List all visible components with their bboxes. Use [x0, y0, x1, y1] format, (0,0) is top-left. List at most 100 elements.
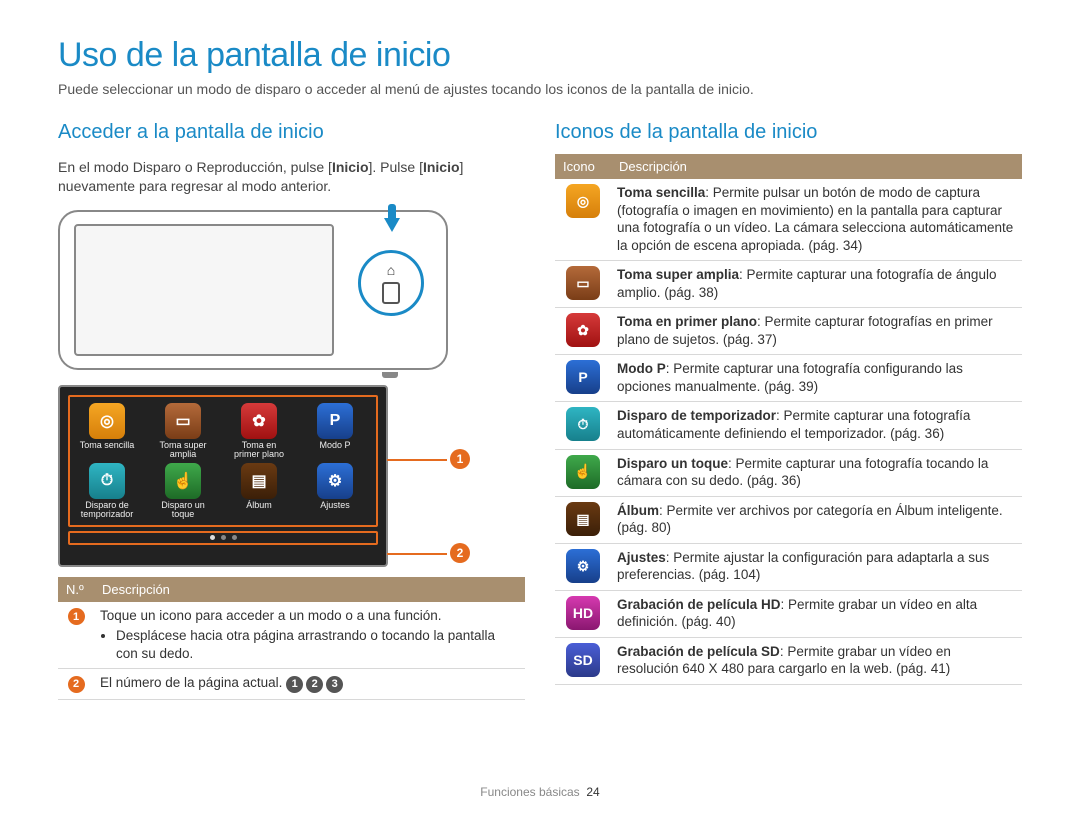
desc-cell: Disparo de temporizador: Permite captura… [611, 402, 1022, 449]
mode-icon-label: Toma super amplia [152, 441, 214, 460]
left-column: Acceder a la pantalla de inicio En el mo… [58, 115, 525, 700]
mode-icon: ⏱ [89, 463, 125, 499]
desc-cell: Toma en primer plano: Permite capturar f… [611, 308, 1022, 355]
icon-cell: ▤ [555, 496, 611, 543]
icon-cell: ☝ [555, 449, 611, 496]
icons-table: Icono Descripción ◎Toma sencilla: Permit… [555, 154, 1022, 685]
desc-bold: Disparo un toque [617, 456, 728, 471]
mode-icon: ▭ [165, 403, 201, 439]
callout-badge-2: 2 [450, 543, 470, 563]
footer-section: Funciones básicas [480, 785, 579, 799]
table-row: 1Toque un icono para acceder a un modo o… [58, 602, 525, 669]
home-icon: ⌂ [387, 262, 395, 278]
icon-cell: SD [555, 637, 611, 684]
col-desc-header: Descripción [611, 154, 1022, 179]
desc-bold: Grabación de película SD [617, 644, 780, 659]
home-icon-cell: ▭ Toma super amplia [152, 403, 214, 460]
mode-icon-label: Álbum [228, 501, 290, 519]
inicio-bold-1: Inicio [332, 159, 369, 175]
mode-icon-label: Ajustes [304, 501, 366, 519]
mode-icon: P [317, 403, 353, 439]
mode-icon-label: Disparo de temporizador [76, 501, 138, 520]
icon-cell: P [555, 355, 611, 402]
mode-icon: ▤ [566, 502, 600, 536]
desc-cell: El número de la página actual. 123 [94, 669, 525, 700]
mode-icon: ☝ [165, 463, 201, 499]
footer-page: 24 [586, 785, 599, 799]
camera-figure: ⌂ [58, 210, 525, 375]
desc-text: El número de la página actual. [100, 675, 286, 690]
icon-cell: ◎ [555, 179, 611, 261]
icon-cell: ▭ [555, 261, 611, 308]
desc-bullets: Desplácese hacia otra página arrastrando… [116, 627, 519, 662]
home-icon-cell: ☝ Disparo un toque [152, 463, 214, 520]
text: En el modo Disparo o Reproducción, pulse… [58, 159, 332, 175]
num-badge: 2 [68, 676, 85, 693]
table-row: 2 El número de la página actual. 123 [58, 669, 525, 700]
home-icon-cell: ◎Toma sencilla [76, 403, 138, 460]
num-cell: 1 [58, 602, 94, 669]
icon-cell: HD [555, 590, 611, 637]
table-row: P Modo P: Permite capturar una fotografía… [555, 355, 1022, 402]
page-dot-3 [232, 535, 237, 540]
icon-grid-area: ◎Toma sencilla▭Toma super amplia✿Toma en… [68, 395, 378, 527]
table-row: ✿ Toma en primer plano: Permite capturar … [555, 308, 1022, 355]
table-row: ⏱ Disparo de temporizador: Permite captur… [555, 402, 1022, 449]
table-row: ▭Toma super amplia: Permite capturar una… [555, 261, 1022, 308]
callout-table: N.º Descripción 1Toque un icono para acc… [58, 577, 525, 700]
callout-line-1 [387, 459, 447, 461]
screen-outer: ◎Toma sencilla▭Toma super amplia✿Toma en… [58, 385, 388, 567]
mode-icon: P [566, 360, 600, 394]
left-paragraph: En el modo Disparo o Reproducción, pulse… [58, 158, 525, 196]
desc-cell: Grabación de película HD: Permite grabar… [611, 590, 1022, 637]
mode-icon: ✿ [241, 403, 277, 439]
mode-icon: ▤ [241, 463, 277, 499]
camera-lcd [74, 224, 334, 356]
mode-icon-label: Disparo un toque [152, 501, 214, 520]
page-dot-badge: 1 [286, 676, 303, 693]
mode-icon: SD [566, 643, 600, 677]
desc-cell: Toma sencilla: Permite pulsar un botón d… [611, 179, 1022, 261]
table-row: SD Grabación de película SD: Permite grab… [555, 637, 1022, 684]
desc-cell: Ajustes: Permite ajustar la configuració… [611, 543, 1022, 590]
list-item: Desplácese hacia otra página arrastrando… [116, 627, 519, 662]
page-title: Uso de la pantalla de inicio [58, 36, 1022, 75]
page-dot-2 [221, 535, 226, 540]
page-footer: Funciones básicas 24 [0, 785, 1080, 799]
icon-cell: ⚙ [555, 543, 611, 590]
desc-bold: Disparo de temporizador [617, 408, 776, 423]
page-dot-badge: 3 [326, 676, 343, 693]
desc-cell: Grabación de película SD: Permite grabar… [611, 637, 1022, 684]
desc-bold: Toma sencilla [617, 185, 705, 200]
mode-icon: ▭ [566, 266, 600, 300]
mode-icon: ◎ [566, 184, 600, 218]
col-num-header: N.º [58, 577, 94, 602]
desc-bold: Toma super amplia [617, 267, 739, 282]
home-icon-cell: ▤ Álbum [228, 463, 290, 520]
desc-text: : Permite capturar una fotografía config… [617, 361, 963, 394]
desc-cell: Modo P: Permite capturar una fotografía … [611, 355, 1022, 402]
desc-text: : Permite ver archivos por categoría en … [617, 503, 1003, 536]
mode-icon: HD [566, 596, 600, 630]
mode-icon: ⚙ [317, 463, 353, 499]
home-screen-figure: ◎Toma sencilla▭Toma super amplia✿Toma en… [58, 385, 488, 567]
mode-icon: ⚙ [566, 549, 600, 583]
page-indicator-bar [68, 531, 378, 545]
col-icon-header: Icono [555, 154, 611, 179]
desc-bold: Álbum [617, 503, 659, 518]
mode-icon: ☝ [566, 455, 600, 489]
right-column: Iconos de la pantalla de inicio Icono De… [555, 115, 1022, 700]
arrow-down-icon [384, 218, 400, 232]
callout-badge-1: 1 [450, 449, 470, 469]
table-row: ⚙ Ajustes: Permite ajustar la configuraci… [555, 543, 1022, 590]
home-button-highlight: ⌂ [358, 250, 424, 316]
col-desc-header: Descripción [94, 577, 525, 602]
icon-cell: ⏱ [555, 402, 611, 449]
home-icon-cell: ⚙ Ajustes [304, 463, 366, 520]
mode-icon: ✿ [566, 313, 600, 347]
desc-cell: Disparo un toque: Permite capturar una f… [611, 449, 1022, 496]
desc-text: : Permite ajustar la configuración para … [617, 550, 989, 583]
intro-text: Puede seleccionar un modo de disparo o a… [58, 81, 1022, 97]
button-outline [382, 282, 400, 304]
mode-icon: ⏱ [566, 407, 600, 441]
